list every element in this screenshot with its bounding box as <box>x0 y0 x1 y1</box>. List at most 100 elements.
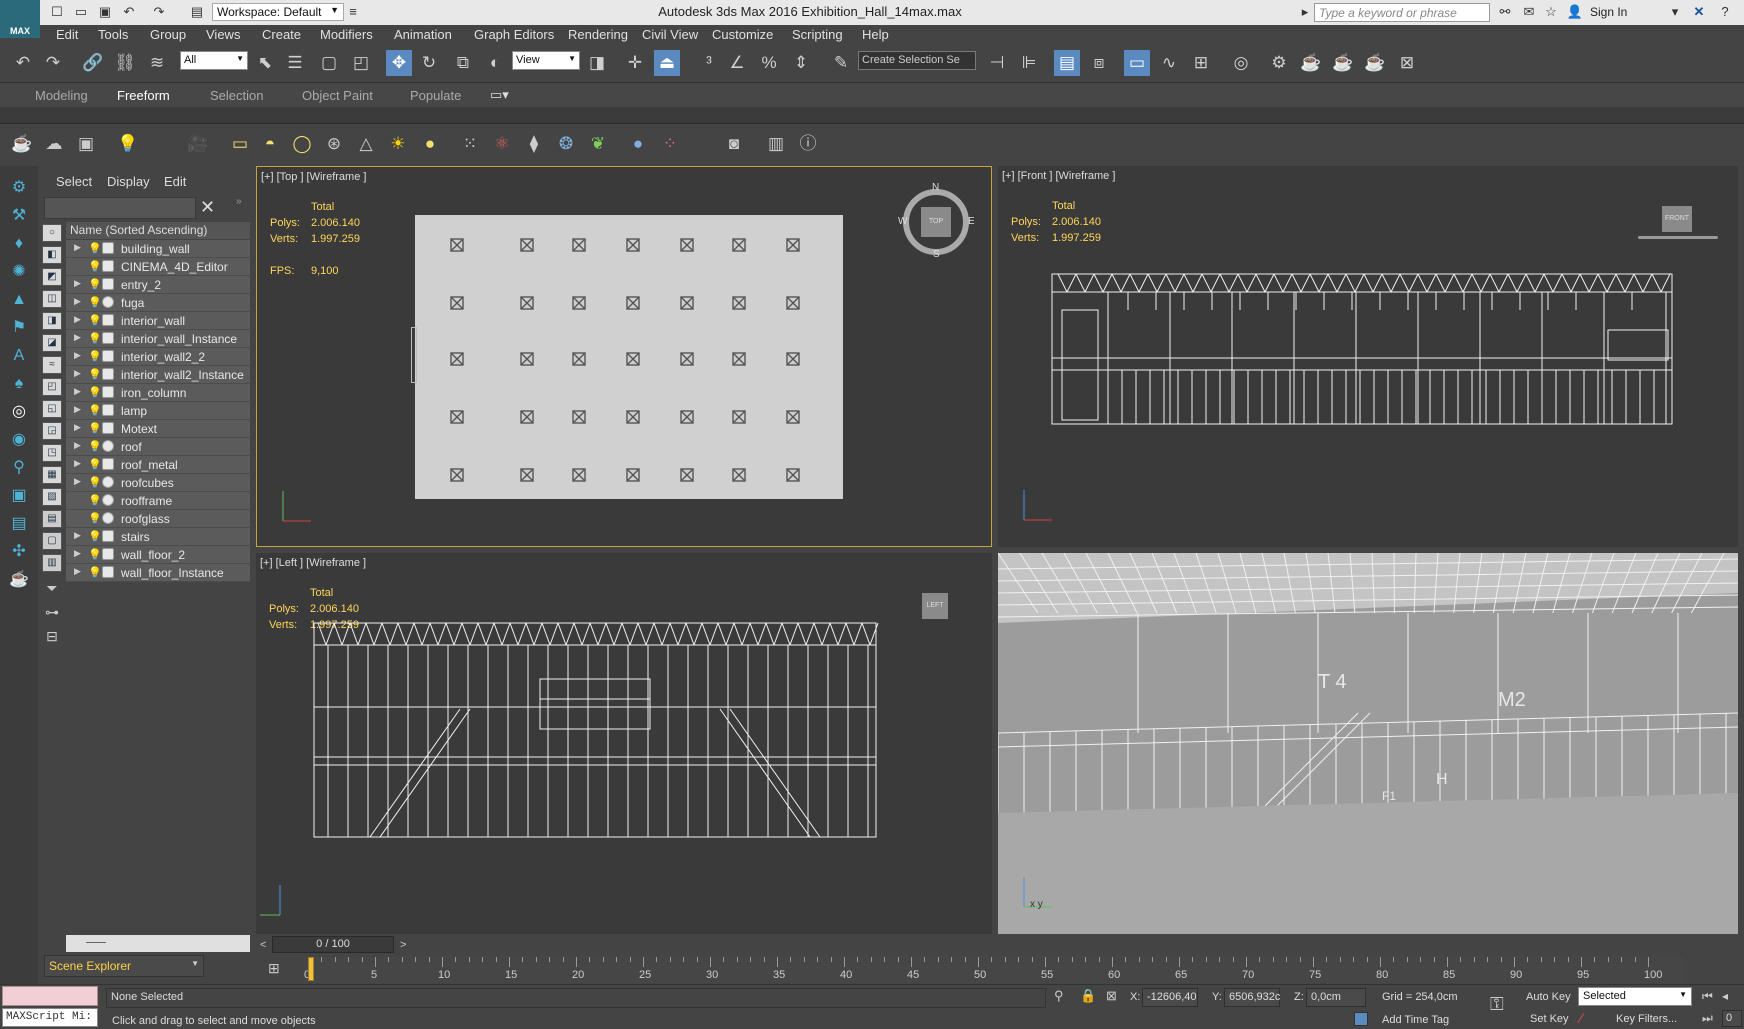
menu-group[interactable]: Group <box>150 27 186 42</box>
display-hidden-icon[interactable]: ▧ <box>42 488 62 506</box>
tab-object-paint[interactable]: Object Paint <box>302 88 373 103</box>
sun-icon[interactable]: ☀ <box>386 132 410 156</box>
viewport-front[interactable]: [+] [Front ] [Wireframe ] Total Polys: 2… <box>998 166 1738 547</box>
menu-edit[interactable]: Edit <box>56 27 78 42</box>
hemisphere-icon[interactable]: ◓ <box>258 132 282 156</box>
select-and-scale-icon[interactable]: ⧉ <box>450 50 476 76</box>
select-manipulate-icon[interactable]: ✛ <box>622 50 648 76</box>
visibility-bulb-icon[interactable]: 💡 <box>88 476 102 489</box>
scene-item[interactable]: ▶ 💡 interior_wall2_Instance <box>66 366 250 384</box>
visibility-bulb-icon[interactable]: 💡 <box>88 386 102 399</box>
scene-item[interactable]: ▶ 💡 interior_wall2_2 <box>66 348 250 366</box>
viewport-label[interactable]: [+] [Front ] [Wireframe ] <box>1002 170 1115 182</box>
snaps-toggle-icon[interactable]: ³ <box>696 50 722 76</box>
list-icon[interactable]: ▤ <box>42 510 62 528</box>
current-frame-marker[interactable] <box>308 957 314 981</box>
y-coordinate-field[interactable]: 6506,932c <box>1224 988 1280 1007</box>
scene-item[interactable]: ▶ 💡 roof <box>66 438 250 456</box>
current-frame-field[interactable]: 0 <box>1722 1010 1742 1027</box>
camera-icon[interactable]: 🎥 <box>186 132 210 156</box>
visibility-bulb-icon[interactable]: 💡 <box>88 332 102 345</box>
spinner-snap-icon[interactable]: ⇕ <box>788 50 814 76</box>
expand-arrow-icon[interactable]: ▶ <box>74 296 81 307</box>
scene-item[interactable]: 💡 roofframe <box>66 492 250 510</box>
expand-arrow-icon[interactable]: ▶ <box>74 458 81 469</box>
selection-lock-icon[interactable]: 🔒 <box>1080 988 1096 1004</box>
display-lights-icon[interactable]: ◫ <box>42 290 62 308</box>
visibility-bulb-icon[interactable]: 💡 <box>88 440 102 453</box>
exchange-icon[interactable]: ✕ <box>1690 3 1708 21</box>
orbit-icon[interactable]: ◎ <box>6 400 32 424</box>
toggle-scene-explorer-icon[interactable]: ▤ <box>1054 50 1080 76</box>
select-and-move-icon[interactable]: ✥ <box>386 50 412 76</box>
display-shapes-icon[interactable]: ◩ <box>42 268 62 286</box>
absolute-mode-icon[interactable]: ⊠ <box>1106 988 1117 1004</box>
viewport-perspective[interactable]: T 4 M2 H F1 x y <box>998 553 1738 934</box>
hierarchy-panel-icon[interactable]: ♦ <box>6 232 32 256</box>
scene-explorer-selector[interactable]: Scene Explorer ▼ <box>44 955 204 977</box>
visibility-bulb-icon[interactable]: 💡 <box>88 404 102 417</box>
layer-manager-icon[interactable]: ⧈ <box>1086 50 1112 76</box>
menu-graph-editors[interactable]: Graph Editors <box>474 27 554 42</box>
communication-icon[interactable]: ✉ <box>1520 3 1538 21</box>
visibility-bulb-icon[interactable]: 💡 <box>88 314 102 327</box>
expand-arrow-icon[interactable]: ▶ <box>74 368 81 379</box>
menu-rendering[interactable]: Rendering <box>568 27 628 42</box>
scene-item[interactable]: ▶ 💡 stairs <box>66 528 250 546</box>
redo-icon[interactable]: ↷ <box>150 3 168 21</box>
scene-scrollbar[interactable] <box>66 935 250 952</box>
display-cameras-icon[interactable]: ◨ <box>42 312 62 330</box>
frame-tool-icon[interactable]: ▣ <box>6 484 32 508</box>
page-icon[interactable]: ▢ <box>42 532 62 550</box>
percent-snap-icon[interactable]: % <box>756 50 782 76</box>
window-crossing-icon[interactable]: ◰ <box>348 50 374 76</box>
time-tag-toggle-icon[interactable] <box>1354 1012 1368 1026</box>
display-panel-icon[interactable]: ▲ <box>6 288 32 312</box>
grid-tool-icon[interactable]: ✣ <box>6 540 32 564</box>
sphere-icon[interactable]: ◯ <box>290 132 314 156</box>
document-icon[interactable]: ▥ <box>764 132 788 156</box>
expand-arrow-icon[interactable]: ▶ <box>74 530 81 541</box>
menu-tools[interactable]: Tools <box>98 27 128 42</box>
expand-arrow-icon[interactable]: ▶ <box>74 422 81 433</box>
display-groups-icon[interactable]: ◰ <box>42 378 62 396</box>
scene-item[interactable]: ▶ 💡 interior_wall <box>66 312 250 330</box>
display-all-icon[interactable]: ○ <box>42 224 62 242</box>
display-spacewarps-icon[interactable]: ≈ <box>42 356 62 374</box>
render-icon[interactable]: ◙ <box>722 132 746 156</box>
display-frozen-icon[interactable]: ▦ <box>42 466 62 484</box>
expand-arrow-icon[interactable]: ▶ <box>74 278 81 289</box>
visibility-bulb-icon[interactable]: 💡 <box>88 566 102 579</box>
molecule-icon[interactable]: ⚛ <box>490 132 514 156</box>
rendered-frame-window-icon[interactable]: ☕ <box>1298 50 1324 76</box>
scene-item[interactable]: ▶ 💡 Motext <box>66 420 250 438</box>
curve-editor-icon[interactable]: ∿ <box>1156 50 1182 76</box>
auto-key-button[interactable]: Auto Key <box>1526 991 1571 1003</box>
visibility-bulb-icon[interactable]: 💡 <box>88 548 102 561</box>
expand-arrow-icon[interactable]: ▶ <box>74 332 81 343</box>
mirror-icon[interactable]: ⊣ <box>984 50 1010 76</box>
maxscript-mini-input[interactable]: MAXScript Mi: <box>2 1008 98 1027</box>
column-header-name[interactable]: Name (Sorted Ascending) <box>66 222 250 239</box>
app-logo[interactable]: MAX <box>0 0 40 38</box>
x-coordinate-field[interactable]: -12606,40 <box>1142 988 1198 1007</box>
visibility-bulb-icon[interactable]: 💡 <box>88 260 102 273</box>
viewcube[interactable]: LEFT <box>922 593 948 619</box>
expand-arrow-icon[interactable]: ▶ <box>74 350 81 361</box>
scene-item[interactable]: ▶ 💡 roof_metal <box>66 456 250 474</box>
menu-civil-view[interactable]: Civil View <box>642 27 698 42</box>
visibility-bulb-icon[interactable]: 💡 <box>88 458 102 471</box>
rectangular-selection-icon[interactable]: ▢ <box>316 50 342 76</box>
create-panel-icon[interactable]: ⚙ <box>6 176 32 200</box>
cone-icon[interactable]: △ <box>354 132 378 156</box>
tab-populate[interactable]: Populate <box>410 88 461 103</box>
display-helpers-icon[interactable]: ◪ <box>42 334 62 352</box>
plane-icon[interactable]: ▭ <box>228 132 252 156</box>
project-folder-icon[interactable]: ▤ <box>188 3 206 21</box>
save-icon[interactable]: ▣ <box>96 3 114 21</box>
user-icon[interactable]: 👤 <box>1566 3 1584 21</box>
pyramid-icon[interactable]: ⧫ <box>522 132 546 156</box>
particles-icon[interactable]: ⁙ <box>458 132 482 156</box>
collapse-arrow-icon[interactable]: » <box>236 196 242 207</box>
menu-animation[interactable]: Animation <box>394 27 452 42</box>
